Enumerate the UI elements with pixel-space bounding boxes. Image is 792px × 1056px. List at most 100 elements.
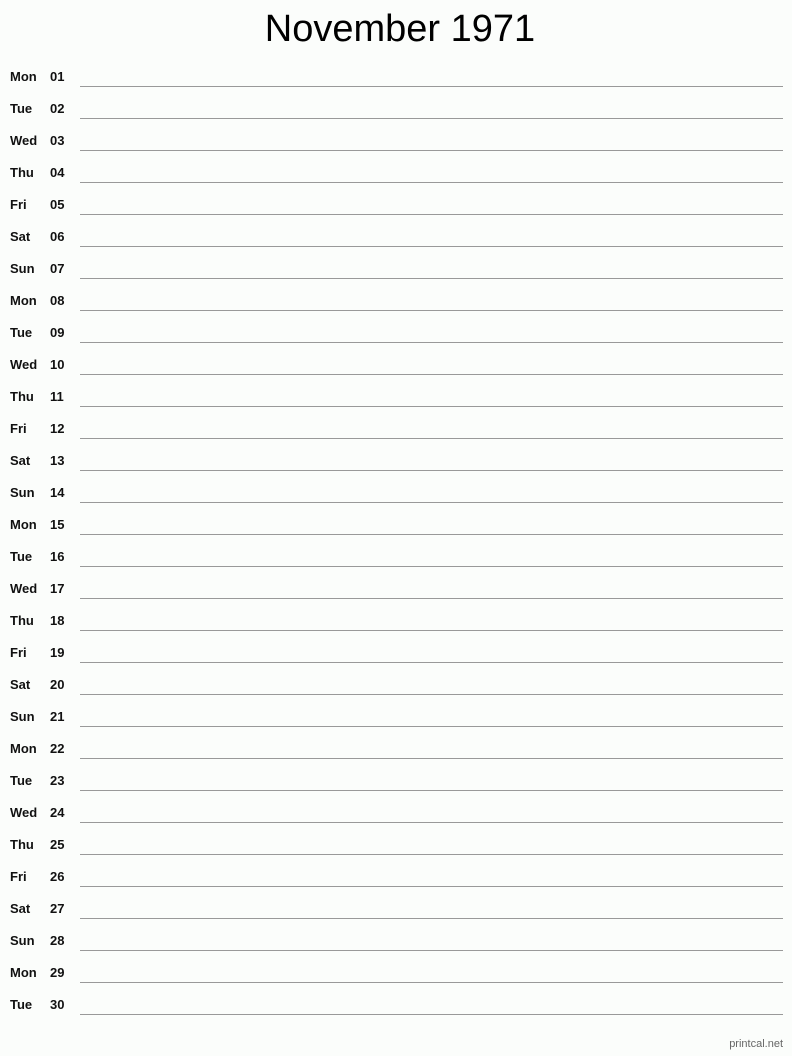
day-number: 30 — [50, 997, 65, 1012]
writing-line — [80, 534, 783, 535]
page-title: November 1971 — [264, 8, 536, 50]
weekday-label: Mon — [10, 293, 37, 308]
day-row: Tue 30 — [0, 989, 792, 1021]
weekday-label: Sun — [10, 933, 35, 948]
weekday-label: Wed — [10, 805, 38, 820]
day-number: 06 — [50, 229, 65, 244]
writing-line — [80, 470, 783, 471]
writing-line — [80, 918, 783, 919]
writing-line — [80, 310, 783, 311]
weekday-label: Tue — [10, 997, 33, 1012]
day-number: 19 — [50, 645, 65, 660]
day-row: Mon 22 — [0, 733, 792, 765]
writing-line — [80, 790, 783, 791]
day-row: Mon 01 — [0, 61, 792, 93]
day-number: 09 — [50, 325, 65, 340]
weekday-label: Sat — [10, 901, 31, 916]
weekday-label: Thu — [10, 837, 34, 852]
weekday-label: Mon — [10, 741, 37, 756]
day-number: 01 — [50, 69, 65, 84]
day-row: Sat 20 — [0, 669, 792, 701]
writing-line — [80, 374, 783, 375]
day-number: 07 — [50, 261, 65, 276]
weekday-label: Sun — [10, 261, 35, 276]
weekday-label: Fri — [10, 197, 27, 212]
weekday-label: Tue — [10, 549, 33, 564]
writing-line — [80, 118, 783, 119]
day-row: Sun 07 — [0, 253, 792, 285]
day-number: 20 — [50, 677, 65, 692]
day-row: Fri 12 — [0, 413, 792, 445]
weekday-label: Sat — [10, 229, 31, 244]
day-row: Thu 25 — [0, 829, 792, 861]
day-row: Tue 16 — [0, 541, 792, 573]
day-number: 21 — [50, 709, 65, 724]
writing-line — [80, 982, 783, 983]
day-number: 10 — [50, 357, 65, 372]
day-row: Tue 09 — [0, 317, 792, 349]
weekday-label: Thu — [10, 389, 34, 404]
day-number: 15 — [50, 517, 65, 532]
day-row: Sun 28 — [0, 925, 792, 957]
weekday-label: Thu — [10, 165, 34, 180]
weekday-label: Fri — [10, 421, 27, 436]
day-row: Sat 13 — [0, 445, 792, 477]
weekday-label: Wed — [10, 581, 38, 596]
writing-line — [80, 598, 783, 599]
writing-line — [80, 1014, 783, 1015]
day-row: Sun 21 — [0, 701, 792, 733]
writing-line — [80, 150, 783, 151]
writing-line — [80, 214, 783, 215]
day-row: Wed 24 — [0, 797, 792, 829]
day-row: Mon 15 — [0, 509, 792, 541]
day-number: 26 — [50, 869, 65, 884]
day-number: 05 — [50, 197, 65, 212]
day-number: 24 — [50, 805, 65, 820]
day-row: Wed 10 — [0, 349, 792, 381]
writing-line — [80, 630, 783, 631]
weekday-label: Tue — [10, 773, 33, 788]
writing-line — [80, 694, 783, 695]
weekday-label: Sat — [10, 453, 31, 468]
day-row: Sat 27 — [0, 893, 792, 925]
day-row: Mon 08 — [0, 285, 792, 317]
day-number: 25 — [50, 837, 65, 852]
day-number: 08 — [50, 293, 65, 308]
writing-line — [80, 726, 783, 727]
day-row: Sun 14 — [0, 477, 792, 509]
day-number: 16 — [50, 549, 65, 564]
day-number: 11 — [50, 389, 64, 404]
weekday-label: Mon — [10, 965, 37, 980]
writing-line — [80, 758, 783, 759]
writing-line — [80, 182, 783, 183]
day-number: 02 — [50, 101, 65, 116]
weekday-label: Wed — [10, 357, 38, 372]
writing-line — [80, 406, 783, 407]
writing-line — [80, 854, 783, 855]
day-number: 23 — [50, 773, 65, 788]
day-row: Thu 04 — [0, 157, 792, 189]
day-row: Mon 29 — [0, 957, 792, 989]
day-row: Tue 02 — [0, 93, 792, 125]
footer-credit: printcal.net — [729, 1038, 783, 1050]
weekday-label: Fri — [10, 645, 27, 660]
writing-line — [80, 950, 783, 951]
day-number: 22 — [50, 741, 65, 756]
day-row: Tue 23 — [0, 765, 792, 797]
day-number: 27 — [50, 901, 65, 916]
writing-line — [80, 86, 783, 87]
writing-line — [80, 278, 783, 279]
day-row: Fri 26 — [0, 861, 792, 893]
day-row: Fri 19 — [0, 637, 792, 669]
weekday-label: Tue — [10, 101, 33, 116]
weekday-label: Sun — [10, 709, 35, 724]
weekday-label: Mon — [10, 517, 37, 532]
weekday-label: Wed — [10, 133, 38, 148]
day-row: Wed 03 — [0, 125, 792, 157]
writing-line — [80, 566, 783, 567]
writing-line — [80, 822, 783, 823]
weekday-label: Mon — [10, 69, 37, 84]
day-number: 18 — [50, 613, 65, 628]
day-number: 13 — [50, 453, 65, 468]
day-row: Thu 18 — [0, 605, 792, 637]
